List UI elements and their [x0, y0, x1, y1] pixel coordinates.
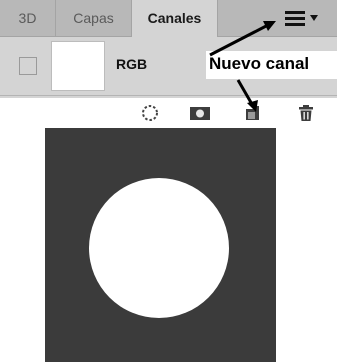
- save-selection-as-channel-icon[interactable]: [189, 103, 210, 123]
- menu-icon-line: [285, 17, 305, 20]
- channels-panel: 3D Capas Canales RGB: [0, 0, 337, 98]
- trash-icon[interactable]: [296, 103, 316, 123]
- channel-label: RGB: [116, 56, 148, 72]
- panel-tab-bar: 3D Capas Canales: [0, 0, 337, 37]
- tab-3d[interactable]: 3D: [0, 0, 56, 36]
- document-canvas: [45, 128, 276, 362]
- visibility-toggle[interactable]: [19, 57, 37, 75]
- tab-canales[interactable]: Canales: [132, 0, 218, 37]
- tooltip-text: Nuevo canal: [209, 54, 310, 73]
- load-selection-icon[interactable]: [140, 103, 160, 123]
- panel-menu-button[interactable]: [283, 8, 323, 30]
- menu-icon-line: [285, 11, 305, 14]
- chevron-down-icon: [310, 15, 318, 21]
- tab-capas[interactable]: Capas: [56, 0, 132, 36]
- new-channel-icon[interactable]: [243, 103, 263, 123]
- white-circle: [89, 178, 229, 318]
- tooltip: Nuevo canal: [206, 51, 337, 79]
- channels-toolbar: [0, 98, 337, 128]
- menu-icon-line: [285, 23, 305, 26]
- channel-thumbnail: [51, 41, 105, 91]
